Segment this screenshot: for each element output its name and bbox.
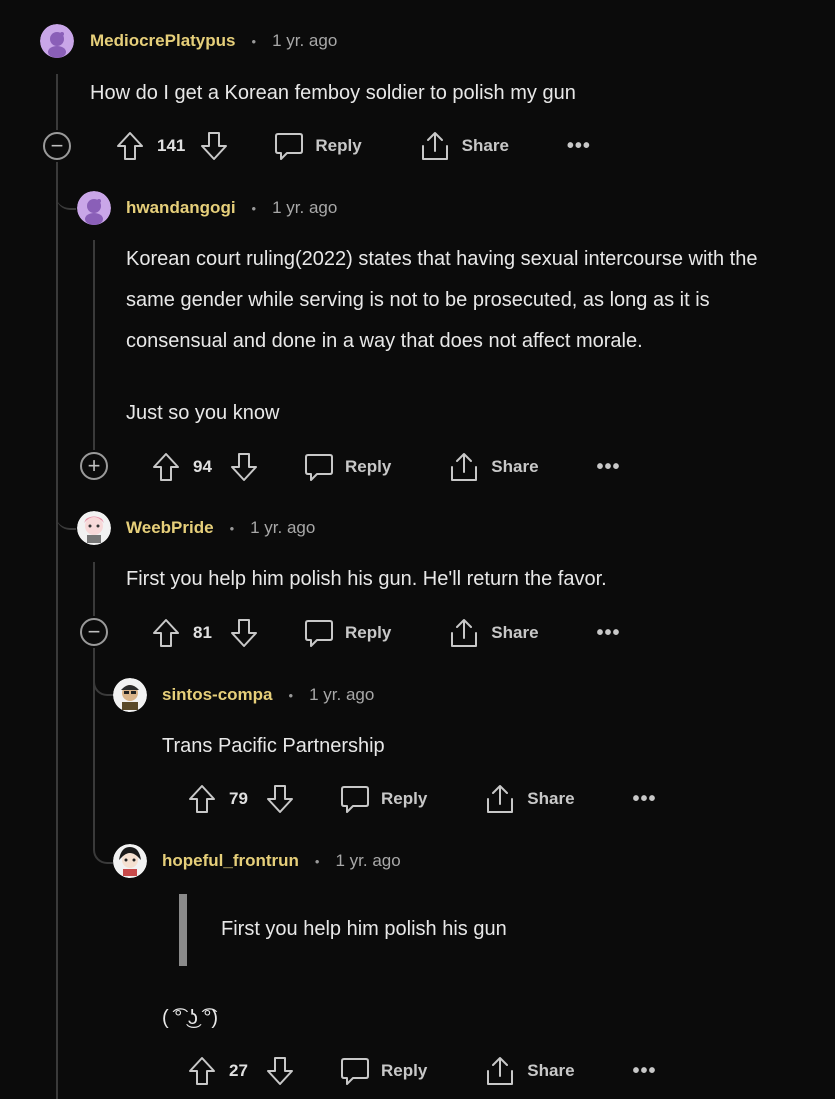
reply-button[interactable]: Reply <box>339 783 427 815</box>
upvote-icon[interactable] <box>115 130 145 162</box>
comment-body: Trans Pacific Partnership <box>162 726 385 767</box>
avatar[interactable] <box>113 678 147 712</box>
reply-label: Reply <box>381 1061 428 1080</box>
share-label: Share <box>491 457 539 476</box>
more-options-icon[interactable]: ••• <box>633 1060 657 1083</box>
vote-score: 81 <box>193 623 212 642</box>
share-icon <box>487 1057 514 1085</box>
downvote-icon[interactable] <box>229 451 259 483</box>
reply-label: Reply <box>381 789 428 808</box>
collapse-icon[interactable]: − <box>80 618 108 646</box>
share-button[interactable]: Share <box>483 1055 575 1087</box>
upvote-icon[interactable] <box>151 617 181 649</box>
comment-text: same gender while serving is not to be p… <box>126 289 710 311</box>
vote-score: 79 <box>229 789 248 808</box>
share-label: Share <box>527 1061 575 1080</box>
comment-text: How do I get a Korean femboy soldier to … <box>90 82 576 104</box>
comment-body: Korean court ruling(2022) states that ha… <box>126 239 757 434</box>
collapse-icon[interactable]: − <box>43 132 71 160</box>
share-button[interactable]: Share <box>418 130 509 162</box>
reply-button[interactable]: Reply <box>339 1055 427 1087</box>
reply-button[interactable]: Reply <box>303 451 391 483</box>
share-label: Share <box>491 623 539 642</box>
username[interactable]: sintos-compa <box>162 685 273 705</box>
avatar[interactable] <box>77 511 111 545</box>
more-options-icon[interactable]: ••• <box>633 788 657 811</box>
avatar[interactable] <box>113 844 147 878</box>
username[interactable]: MediocrePlatypus <box>90 31 236 51</box>
reply-button[interactable]: Reply <box>303 617 391 649</box>
avatar[interactable] <box>40 24 74 58</box>
more-options-icon[interactable]: ••• <box>567 135 591 158</box>
username[interactable]: hwandangogi <box>126 198 236 218</box>
timestamp[interactable]: 1 yr. ago <box>309 685 374 705</box>
thread-connector <box>93 834 115 864</box>
more-options-icon[interactable]: ••• <box>597 456 621 479</box>
comment-text: consensual and done in a way that does n… <box>126 330 643 352</box>
reply-label: Reply <box>315 136 362 155</box>
upvote-icon[interactable] <box>187 1055 217 1087</box>
comment-text: Korean court ruling(2022) states that ha… <box>126 248 758 270</box>
reply-icon <box>275 133 304 160</box>
downvote-icon[interactable] <box>265 783 295 815</box>
reply-icon <box>341 786 369 813</box>
comment-text: ( ͡° ͜ʖ ͡°) <box>162 1007 218 1029</box>
comment-text: Just so you know <box>126 402 280 424</box>
share-label: Share <box>527 789 575 808</box>
timestamp[interactable]: 1 yr. ago <box>272 198 337 218</box>
reply-icon <box>341 1058 369 1085</box>
share-label: Share <box>461 136 509 155</box>
reply-label: Reply <box>345 623 392 642</box>
thread-line <box>56 74 58 130</box>
share-button[interactable]: Share <box>447 617 539 649</box>
separator-dot: • <box>251 200 257 216</box>
downvote-icon[interactable] <box>199 130 229 162</box>
thread-connector <box>56 180 76 210</box>
timestamp[interactable]: 1 yr. ago <box>335 851 400 871</box>
share-icon <box>451 453 478 481</box>
vote-score: 94 <box>193 457 212 476</box>
downvote-icon[interactable] <box>265 1055 295 1087</box>
reply-label: Reply <box>345 457 392 476</box>
upvote-icon[interactable] <box>151 451 181 483</box>
username[interactable]: WeebPride <box>126 518 214 538</box>
comment-text: First you help him polish his gun. He'll… <box>126 568 607 590</box>
comment-text: Trans Pacific Partnership <box>162 735 385 757</box>
reply-icon <box>305 620 333 647</box>
separator-dot: • <box>251 33 257 49</box>
share-button[interactable]: Share <box>483 783 575 815</box>
thread-line <box>93 240 95 450</box>
upvote-icon[interactable] <box>187 783 217 815</box>
share-icon <box>487 785 514 813</box>
separator-dot: • <box>314 853 320 869</box>
thread-connector <box>56 500 76 530</box>
separator-dot: • <box>288 687 294 703</box>
timestamp[interactable]: 1 yr. ago <box>272 31 337 51</box>
reply-icon <box>305 454 333 481</box>
thread-line <box>56 162 58 1099</box>
blockquote-text: First you help him polish his gun <box>221 918 507 940</box>
vote-score: 27 <box>229 1061 248 1080</box>
downvote-icon[interactable] <box>229 617 259 649</box>
timestamp[interactable]: 1 yr. ago <box>250 518 315 538</box>
comment-body: How do I get a Korean femboy soldier to … <box>90 73 576 114</box>
separator-dot: • <box>229 520 235 536</box>
share-icon <box>421 132 448 160</box>
expand-icon[interactable]: + <box>80 452 108 480</box>
thread-line <box>93 562 95 616</box>
avatar[interactable] <box>77 191 111 225</box>
thread-connector <box>93 666 115 696</box>
comment-body: First you help him polish his gun. He'll… <box>126 559 607 600</box>
vote-score: 141 <box>157 136 186 155</box>
share-button[interactable]: Share <box>447 451 539 483</box>
share-icon <box>451 619 478 647</box>
blockquote-bar <box>179 894 187 966</box>
more-options-icon[interactable]: ••• <box>597 622 621 645</box>
reply-button[interactable]: Reply <box>273 130 362 162</box>
username[interactable]: hopeful_frontrun <box>162 851 299 871</box>
